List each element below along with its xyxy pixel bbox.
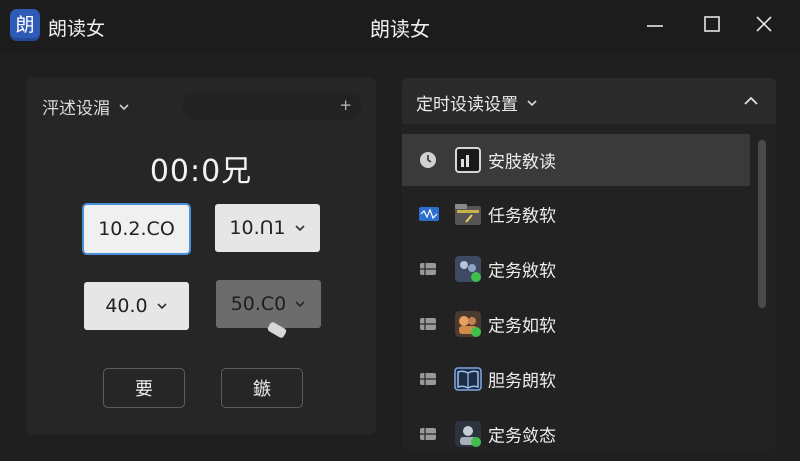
schedule-dropdown[interactable]: 定时设读设置: [416, 90, 538, 115]
list-item[interactable]: 任务敎软: [402, 186, 750, 241]
time-field-3[interactable]: 40.0: [84, 282, 189, 330]
folder-icon: [455, 203, 481, 225]
minimize-button[interactable]: [637, 10, 673, 38]
time-field-3-value: 40.0: [105, 295, 148, 317]
audio-file-icon: [455, 147, 481, 173]
primary-button[interactable]: 要: [103, 368, 185, 408]
book-icon: [454, 366, 482, 391]
users-icon: [455, 310, 481, 337]
list-item-label: 定务敓软: [488, 261, 556, 281]
settings-dropdown[interactable]: 泙述设湄: [42, 94, 130, 119]
chevron-down-icon: [527, 99, 537, 106]
add-icon[interactable]: +: [339, 96, 352, 114]
search-input[interactable]: +: [182, 92, 362, 120]
chevron-down-icon: [157, 303, 167, 310]
cursor-icon: [267, 322, 287, 338]
timer-display: 00:0兄: [149, 154, 253, 189]
schedule-panel: 定时设读设置 安肢敎读 任务敎软 定务敓软 定务如软 胆务朗软 定务敛态: [402, 78, 776, 450]
scrollbar[interactable]: [758, 140, 766, 308]
list-item[interactable]: 定务敓软: [402, 241, 750, 296]
time-field-1[interactable]: 10.2.CO: [84, 205, 189, 253]
maximize-icon: [704, 16, 720, 32]
list-item[interactable]: 胆务朗软: [402, 351, 750, 406]
chevron-down-icon: [295, 225, 305, 232]
time-field-2-value: 10.Ո1: [229, 217, 286, 239]
chevron-up-icon[interactable]: [742, 92, 760, 110]
chevron-down-icon: [119, 103, 129, 110]
close-button[interactable]: [746, 10, 782, 38]
list-item-label: 定务如软: [488, 316, 556, 336]
list-icon: [420, 427, 436, 440]
list-icon: [420, 372, 436, 385]
close-icon: [756, 16, 772, 32]
list-item-label: 胆务朗软: [488, 371, 556, 391]
list-item[interactable]: 定务如软: [402, 296, 750, 351]
user-status-icon: [455, 420, 481, 447]
audio-track-icon: [419, 206, 439, 221]
title-bar: 朗 朗读女 朗读女: [0, 0, 800, 52]
chevron-down-icon: [295, 301, 305, 308]
settings-dropdown-label: 泙述设湄: [42, 99, 110, 119]
clock-icon: [420, 152, 436, 168]
list-icon: [420, 317, 436, 330]
list-item-label: 安肢敎读: [488, 152, 556, 173]
list-item-label: 定务敛态: [488, 426, 556, 446]
maximize-button[interactable]: [694, 10, 730, 38]
window-title: 朗读女: [370, 17, 430, 41]
time-field-4-value: 50.C0: [230, 293, 287, 315]
list-item[interactable]: 安肢敎读: [402, 134, 750, 186]
list-item[interactable]: 定务敛态: [402, 406, 750, 461]
schedule-list: 安肢敎读 任务敎软 定务敓软 定务如软 胆务朗软 定务敛态: [402, 134, 750, 461]
list-item-label: 任务敎软: [488, 206, 556, 226]
people-icon: [455, 255, 481, 282]
time-field-1-value: 10.2.CO: [98, 218, 175, 240]
list-icon: [420, 262, 436, 275]
minimize-icon: [647, 25, 663, 27]
time-field-2[interactable]: 10.Ո1: [215, 204, 320, 252]
settings-panel: 泙述设湄 + 00:0兄 10.2.CO 10.Ո1 40.0 50.C0 要 …: [26, 78, 376, 434]
secondary-button[interactable]: 鏃: [221, 368, 303, 408]
schedule-dropdown-label: 定时设读设置: [416, 95, 518, 115]
schedule-panel-header: 定时设读设置: [402, 78, 776, 124]
